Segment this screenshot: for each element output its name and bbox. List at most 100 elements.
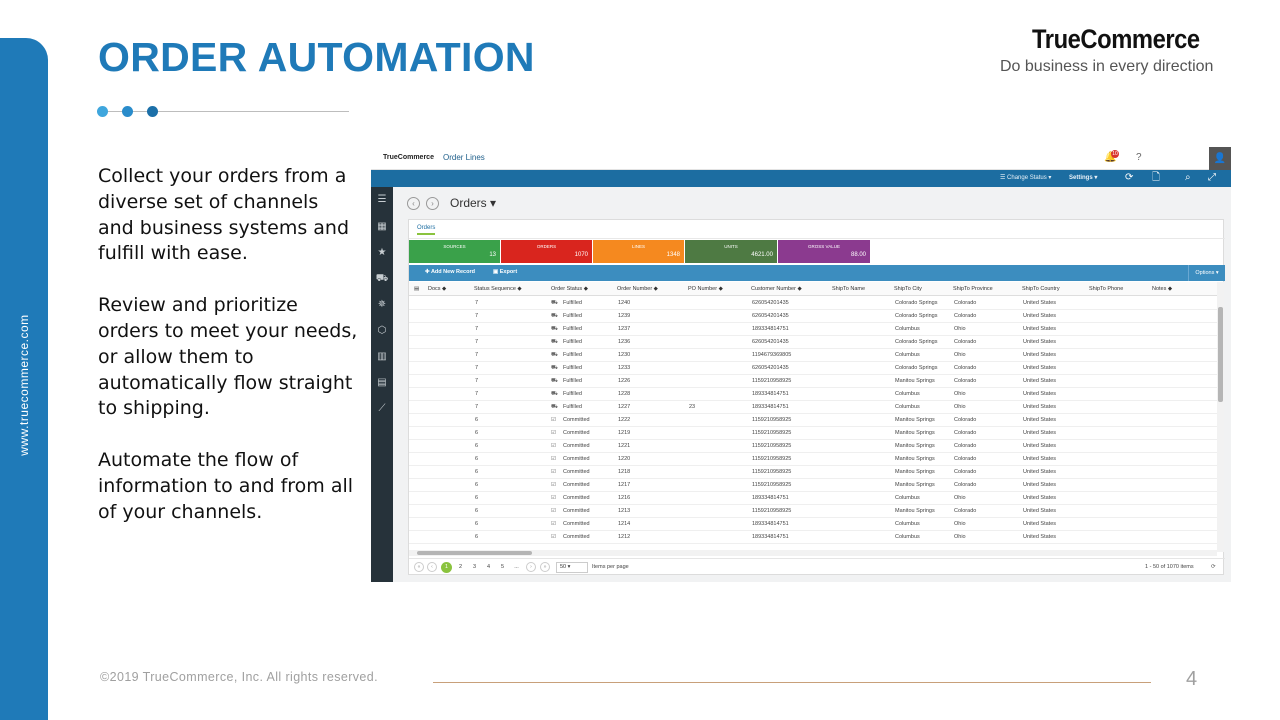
cell-seq: 7 xyxy=(475,378,479,384)
page-ellipsis[interactable]: ... xyxy=(511,562,522,573)
cell-country: United States xyxy=(1023,378,1057,384)
tile-sources[interactable]: SOURCES 13 xyxy=(409,240,500,263)
export-button[interactable]: ▣ Export xyxy=(493,269,517,275)
divider-dot-3 xyxy=(147,106,158,117)
col-customer-number[interactable]: Customer Number ◆ xyxy=(751,286,802,292)
col-shipto-country[interactable]: ShipTo Country xyxy=(1022,286,1060,292)
tile-units[interactable]: UNITS 4621.00 xyxy=(685,240,777,263)
col-order-status[interactable]: Order Status ◆ xyxy=(551,286,588,292)
col-order-number[interactable]: Order Number ◆ xyxy=(617,286,658,292)
cell-cust: 1159210958925 xyxy=(752,430,792,436)
table-row[interactable]: ⛟ 7 Fulfilled 1236 626054201435 Colorado Spri… xyxy=(409,336,1217,349)
table-row[interactable]: ☑ 6 Committed 1219 1159210958925 Manitou Spri… xyxy=(409,427,1217,440)
search-icon[interactable]: ⌕ xyxy=(1185,172,1191,184)
page-4[interactable]: 4 xyxy=(483,562,494,573)
cell-order: 1228 xyxy=(618,391,631,397)
cell-seq: 6 xyxy=(475,534,479,540)
col-status-sequence[interactable]: Status Sequence ◆ xyxy=(474,286,522,292)
menu-icon[interactable]: ☰ xyxy=(375,193,389,207)
table-row[interactable]: ☑ 6 Committed 1218 1159210958925 Manitou Spri… xyxy=(409,466,1217,479)
settings-button[interactable]: Settings ▾ xyxy=(1069,174,1097,181)
document-icon[interactable]: 🗋 xyxy=(1152,172,1160,184)
col-docs[interactable]: Docs ◆ xyxy=(428,286,446,292)
col-shipto-name[interactable]: ShipTo Name xyxy=(832,286,865,292)
col-shipto-city[interactable]: ShipTo City xyxy=(894,286,922,292)
tile-lines[interactable]: LINES 1348 xyxy=(593,240,684,263)
cell-order: 1226 xyxy=(618,378,631,384)
app-topbar: TrueCommerce Order Lines 🔔 10 ? 👤 xyxy=(371,147,1231,170)
table-row[interactable]: ⛟ 7 Fulfilled 1239 626054201435 Colorado Spri… xyxy=(409,310,1217,323)
table-row[interactable]: ☑ 6 Committed 1214 189334814751 Columbus Ohio U… xyxy=(409,518,1217,531)
vertical-scroll-thumb[interactable] xyxy=(1218,307,1223,402)
table-row[interactable]: ☑ 6 Committed 1213 1159210958925 Manitou Spri… xyxy=(409,505,1217,518)
table-row[interactable]: ⛟ 7 Fulfilled 1240 626054201435 Colorado Spri… xyxy=(409,297,1217,310)
table-row[interactable]: ⛟ 7 Fulfilled 1227 23 189334814751 Columbus Ohi… xyxy=(409,401,1217,414)
star-icon[interactable]: ★ xyxy=(375,246,389,260)
table-row[interactable]: ⛟ 7 Fulfilled 1230 1194679369805 Columbus Ohio… xyxy=(409,349,1217,362)
forward-icon[interactable]: › xyxy=(426,197,439,210)
horizontal-scrollbar[interactable] xyxy=(409,550,1217,556)
excel-icon: ▣ xyxy=(493,269,500,275)
user-avatar-icon[interactable]: 👤 xyxy=(1209,147,1231,170)
footer-copyright: ©2019 TrueCommerce, Inc. All rights rese… xyxy=(100,670,379,684)
cell-status: Fulfilled xyxy=(563,391,582,397)
table-row[interactable]: ☑ 6 Committed 1212 189334814751 Columbus Ohio U… xyxy=(409,531,1217,544)
table-icon[interactable]: ▤ xyxy=(375,376,389,390)
table-row[interactable]: ☑ 6 Committed 1216 189334814751 Columbus Ohio U… xyxy=(409,492,1217,505)
table-row[interactable]: ☑ 6 Committed 1217 1159210958925 Manitou Spri… xyxy=(409,479,1217,492)
first-page-button[interactable]: « xyxy=(414,562,424,572)
expand-icon[interactable]: ⤢ xyxy=(1208,172,1216,184)
bar-chart-icon[interactable]: ▥ xyxy=(375,350,389,364)
page-2[interactable]: 2 xyxy=(455,562,466,573)
col-shipto-province[interactable]: ShipTo Province xyxy=(953,286,993,292)
trend-icon[interactable]: ⟋ xyxy=(375,402,389,416)
cell-status: Committed xyxy=(563,482,590,488)
page-3[interactable]: 3 xyxy=(469,562,480,573)
tile-orders[interactable]: ORDERS 1070 xyxy=(501,240,592,263)
prev-page-button[interactable]: ‹ xyxy=(427,562,437,572)
app-nav-rail: ☰ ▦ ★ ⛟ ✵ ⬡ ▥ ▤ ⟋ xyxy=(371,187,393,582)
grid-icon[interactable]: ▦ xyxy=(375,220,389,234)
refresh-grid-icon[interactable]: ⟳ xyxy=(1211,564,1216,570)
horizontal-scroll-thumb[interactable] xyxy=(417,551,532,555)
cell-order: 1233 xyxy=(618,365,631,371)
change-status-button[interactable]: ☰ Change Status ▾ xyxy=(1000,174,1051,181)
app-page-title[interactable]: Order Lines xyxy=(443,153,485,162)
vertical-scrollbar[interactable] xyxy=(1217,282,1224,552)
options-button[interactable]: Options ▾ xyxy=(1188,265,1225,281)
cart-icon[interactable]: ⛟ xyxy=(375,272,389,286)
table-row[interactable]: ☑ 6 Committed 1221 1159210958925 Manitou Spri… xyxy=(409,440,1217,453)
table-row[interactable]: ☑ 6 Committed 1220 1159210958925 Manitou Spri… xyxy=(409,453,1217,466)
tile-gross-value[interactable]: GROSS VALUE 88.00 xyxy=(778,240,870,263)
truck-icon: ⛟ xyxy=(551,378,558,384)
col-notes[interactable]: Notes ◆ xyxy=(1152,286,1172,292)
table-row[interactable]: ⛟ 7 Fulfilled 1228 189334814751 Columbus Ohio U… xyxy=(409,388,1217,401)
cell-prov: Colorado xyxy=(954,456,977,462)
help-icon[interactable]: ? xyxy=(1136,152,1142,163)
table-row[interactable]: ⛟ 7 Fulfilled 1226 1159210958925 Manitou Spri… xyxy=(409,375,1217,388)
grid-body: ⛟ 7 Fulfilled 1240 626054201435 Colorado Spri… xyxy=(409,297,1217,548)
tile-sources-value: 13 xyxy=(489,252,496,258)
table-row[interactable]: ⛟ 7 Fulfilled 1233 626054201435 Colorado Spri… xyxy=(409,362,1217,375)
col-po-number[interactable]: PO Number ◆ xyxy=(688,286,723,292)
table-row[interactable]: ⛟ 7 Fulfilled 1237 189334814751 Columbus Ohio U… xyxy=(409,323,1217,336)
cell-order: 1227 xyxy=(618,404,631,410)
col-shipto-phone[interactable]: ShipTo Phone xyxy=(1089,286,1123,292)
cell-order: 1216 xyxy=(618,495,631,501)
page-size-select[interactable]: 50 ▾ xyxy=(556,562,588,573)
tab-orders[interactable]: Orders xyxy=(417,225,436,235)
cube-icon[interactable]: ⬡ xyxy=(375,324,389,338)
page-5[interactable]: 5 xyxy=(497,562,508,573)
page-1[interactable]: 1 xyxy=(441,562,452,573)
add-record-button[interactable]: ✚ Add New Record xyxy=(425,269,475,275)
back-icon[interactable]: ‹ xyxy=(407,197,420,210)
table-row[interactable]: ☑ 6 Committed 1222 1159210958925 Manitou Spri… xyxy=(409,414,1217,427)
compass-icon[interactable]: ✵ xyxy=(375,298,389,312)
tile-units-value: 4621.00 xyxy=(751,252,773,258)
last-page-button[interactable]: » xyxy=(540,562,550,572)
next-page-button[interactable]: › xyxy=(526,562,536,572)
cell-status: Committed xyxy=(563,456,590,462)
orders-dropdown[interactable]: Orders ▾ xyxy=(450,196,496,210)
export-label: Export xyxy=(499,269,518,275)
refresh-icon[interactable]: ⟳ xyxy=(1125,172,1133,184)
